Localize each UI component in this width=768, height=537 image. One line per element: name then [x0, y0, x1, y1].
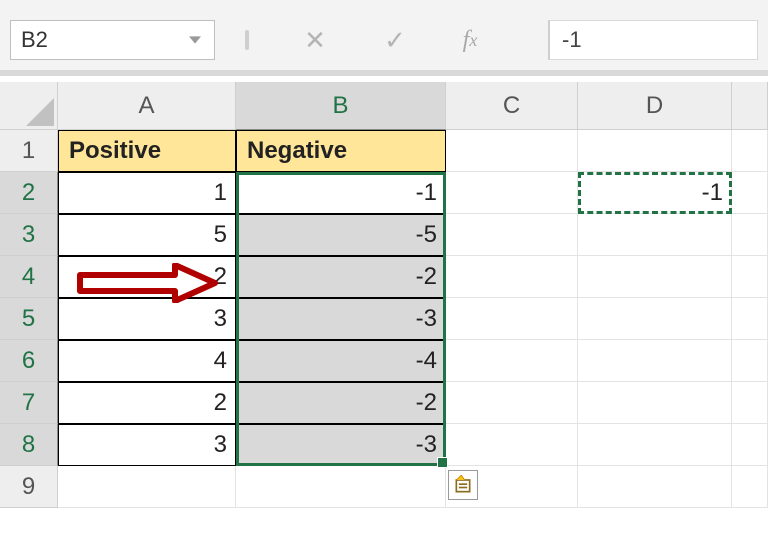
- cell-B8[interactable]: -3: [236, 424, 446, 466]
- paste-options-button[interactable]: [448, 470, 478, 500]
- cell-C7[interactable]: [446, 382, 578, 424]
- cell-D1[interactable]: [578, 130, 732, 172]
- name-box-value: B2: [21, 27, 48, 53]
- cell-B7[interactable]: -2: [236, 382, 446, 424]
- cell-B1[interactable]: Negative: [236, 130, 446, 172]
- cell-B9[interactable]: [236, 466, 446, 508]
- row-header-9[interactable]: 9: [0, 466, 58, 508]
- column-header-D[interactable]: D: [578, 82, 732, 130]
- insert-function-button[interactable]: fx: [445, 20, 495, 60]
- spreadsheet-grid: A B C D 1 2 3 4 5 6 7 8 9 Positive Negat…: [0, 82, 768, 537]
- row-header-6[interactable]: 6: [0, 340, 58, 382]
- cancel-button[interactable]: ✕: [290, 20, 340, 60]
- formula-bar-separator: [245, 30, 249, 50]
- cell-D4[interactable]: [578, 256, 732, 298]
- check-icon: ✓: [384, 25, 406, 56]
- name-box[interactable]: B2: [10, 20, 215, 60]
- cell-D3[interactable]: [578, 214, 732, 256]
- cell-B3[interactable]: -5: [236, 214, 446, 256]
- row-header-3[interactable]: 3: [0, 214, 58, 256]
- formula-input[interactable]: -1: [548, 20, 758, 60]
- cell-E1[interactable]: [732, 130, 768, 172]
- paste-options-icon: [453, 475, 473, 495]
- cell-A1[interactable]: Positive: [58, 130, 236, 172]
- formula-bar: B2 ✕ ✓ fx -1: [0, 0, 768, 76]
- cell-A8[interactable]: 3: [58, 424, 236, 466]
- cell-A6[interactable]: 4: [58, 340, 236, 382]
- cell-A5[interactable]: 3: [58, 298, 236, 340]
- formula-input-value: -1: [562, 27, 582, 53]
- cell-E8[interactable]: [732, 424, 768, 466]
- cell-D2[interactable]: -1: [578, 172, 732, 214]
- cell-C3[interactable]: [446, 214, 578, 256]
- fx-x: x: [469, 30, 477, 51]
- cell-E7[interactable]: [732, 382, 768, 424]
- cell-D7[interactable]: [578, 382, 732, 424]
- row-header-8[interactable]: 8: [0, 424, 58, 466]
- name-box-dropdown-icon[interactable]: [186, 31, 204, 49]
- row-header-5[interactable]: 5: [0, 298, 58, 340]
- cell-D6[interactable]: [578, 340, 732, 382]
- cell-B6[interactable]: -4: [236, 340, 446, 382]
- cell-B2[interactable]: -1: [236, 172, 446, 214]
- select-all-triangle[interactable]: [0, 82, 58, 130]
- cell-C4[interactable]: [446, 256, 578, 298]
- cell-C1[interactable]: [446, 130, 578, 172]
- cell-C8[interactable]: [446, 424, 578, 466]
- cell-A2[interactable]: 1: [58, 172, 236, 214]
- cell-E9[interactable]: [732, 466, 768, 508]
- column-header-C[interactable]: C: [446, 82, 578, 130]
- cell-D8[interactable]: [578, 424, 732, 466]
- row-header-7[interactable]: 7: [0, 382, 58, 424]
- cell-D5[interactable]: [578, 298, 732, 340]
- cell-A9[interactable]: [58, 466, 236, 508]
- column-header-B[interactable]: B: [236, 82, 446, 130]
- enter-button[interactable]: ✓: [370, 20, 420, 60]
- cell-A3[interactable]: 5: [58, 214, 236, 256]
- cell-E4[interactable]: [732, 256, 768, 298]
- cell-E6[interactable]: [732, 340, 768, 382]
- row-header-4[interactable]: 4: [0, 256, 58, 298]
- cancel-icon: ✕: [304, 25, 326, 56]
- cell-C2[interactable]: [446, 172, 578, 214]
- cell-A4[interactable]: 2: [58, 256, 236, 298]
- cell-B4[interactable]: -2: [236, 256, 446, 298]
- cell-E3[interactable]: [732, 214, 768, 256]
- cell-C6[interactable]: [446, 340, 578, 382]
- cell-B5[interactable]: -3: [236, 298, 446, 340]
- cell-D9[interactable]: [578, 466, 732, 508]
- row-header-1[interactable]: 1: [0, 130, 58, 172]
- cell-C5[interactable]: [446, 298, 578, 340]
- row-header-2[interactable]: 2: [0, 172, 58, 214]
- cell-A7[interactable]: 2: [58, 382, 236, 424]
- column-header-A[interactable]: A: [58, 82, 236, 130]
- cell-E2[interactable]: [732, 172, 768, 214]
- cell-E5[interactable]: [732, 298, 768, 340]
- column-header-extra[interactable]: [732, 82, 768, 130]
